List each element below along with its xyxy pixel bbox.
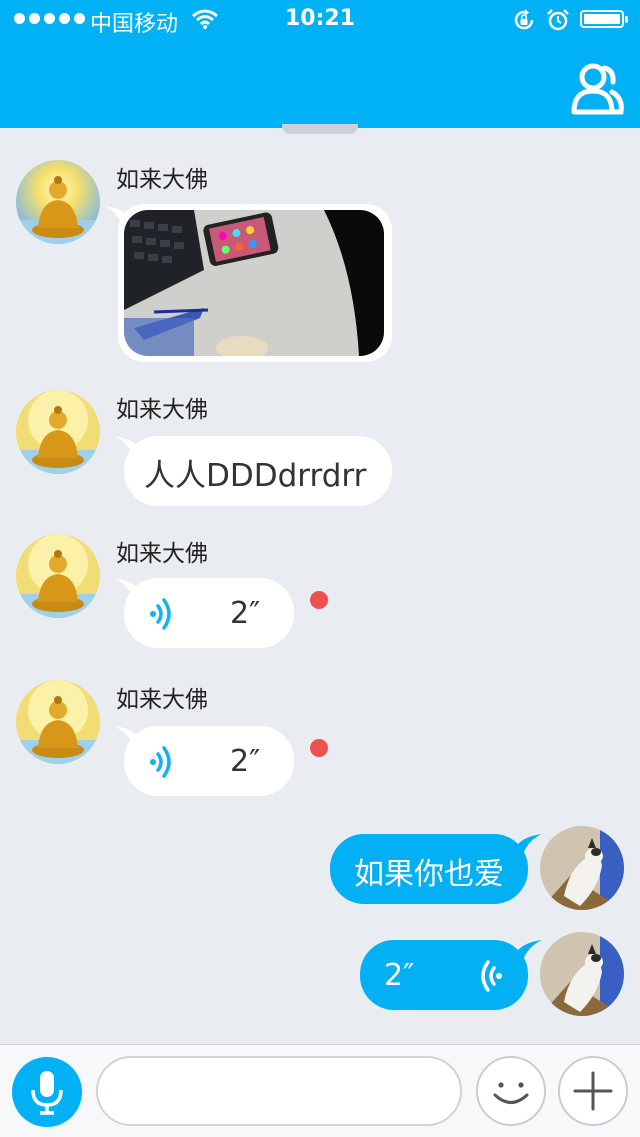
- voice-input-button[interactable]: [12, 1057, 82, 1127]
- voice-message-bubble[interactable]: 2″: [114, 726, 294, 796]
- pull-down-handle[interactable]: [282, 124, 358, 134]
- alarm-icon: [547, 9, 569, 31]
- battery-icon: [580, 10, 628, 28]
- voice-duration: 2″: [384, 958, 415, 993]
- message-input[interactable]: [96, 1056, 462, 1126]
- rotation-lock-icon: [514, 9, 534, 30]
- emoji-icon: [493, 1082, 529, 1104]
- message-text: 如果你也爱: [354, 857, 504, 892]
- my-avatar[interactable]: [540, 932, 624, 1016]
- message-text: 人人DDDdrrdrr: [144, 458, 367, 494]
- emoji-button[interactable]: [476, 1056, 546, 1126]
- voice-duration: 2″: [230, 596, 261, 631]
- sender-avatar[interactable]: [16, 680, 100, 764]
- voice-wave-icon: [150, 598, 171, 630]
- sender-avatar[interactable]: [16, 390, 100, 474]
- composer-bar: [0, 1044, 640, 1137]
- my-avatar[interactable]: [540, 826, 624, 910]
- outgoing-text-bubble[interactable]: 如果你也爱: [330, 834, 542, 904]
- contacts-icon[interactable]: [566, 60, 626, 120]
- voice-wave-icon: [481, 960, 502, 992]
- status-bar: 中国移动 10:21: [0, 0, 640, 40]
- image-message-bubble[interactable]: [104, 204, 392, 362]
- microphone-icon: [31, 1071, 63, 1115]
- voice-message-bubble[interactable]: 2″: [114, 578, 294, 648]
- voice-duration: 2″: [230, 744, 261, 779]
- sender-avatar[interactable]: [16, 534, 100, 618]
- status-time: 10:21: [284, 6, 356, 31]
- text-message-bubble[interactable]: 人人DDDdrrdrr: [114, 436, 392, 506]
- sender-name: 如来大佛: [116, 397, 208, 423]
- plus-icon: [573, 1071, 613, 1111]
- photo-thumbnail[interactable]: [124, 210, 384, 356]
- app-header: 中国移动 10:21: [0, 0, 640, 128]
- unread-dot: [310, 739, 328, 757]
- unread-dot: [310, 591, 328, 609]
- sender-avatar[interactable]: [16, 160, 100, 244]
- sender-name: 如来大佛: [116, 687, 208, 713]
- more-options-button[interactable]: [558, 1056, 628, 1126]
- sender-name: 如来大佛: [116, 541, 208, 567]
- voice-wave-icon: [150, 746, 171, 778]
- outgoing-voice-bubble[interactable]: 2″: [360, 940, 542, 1010]
- sender-name: 如来大佛: [116, 167, 208, 193]
